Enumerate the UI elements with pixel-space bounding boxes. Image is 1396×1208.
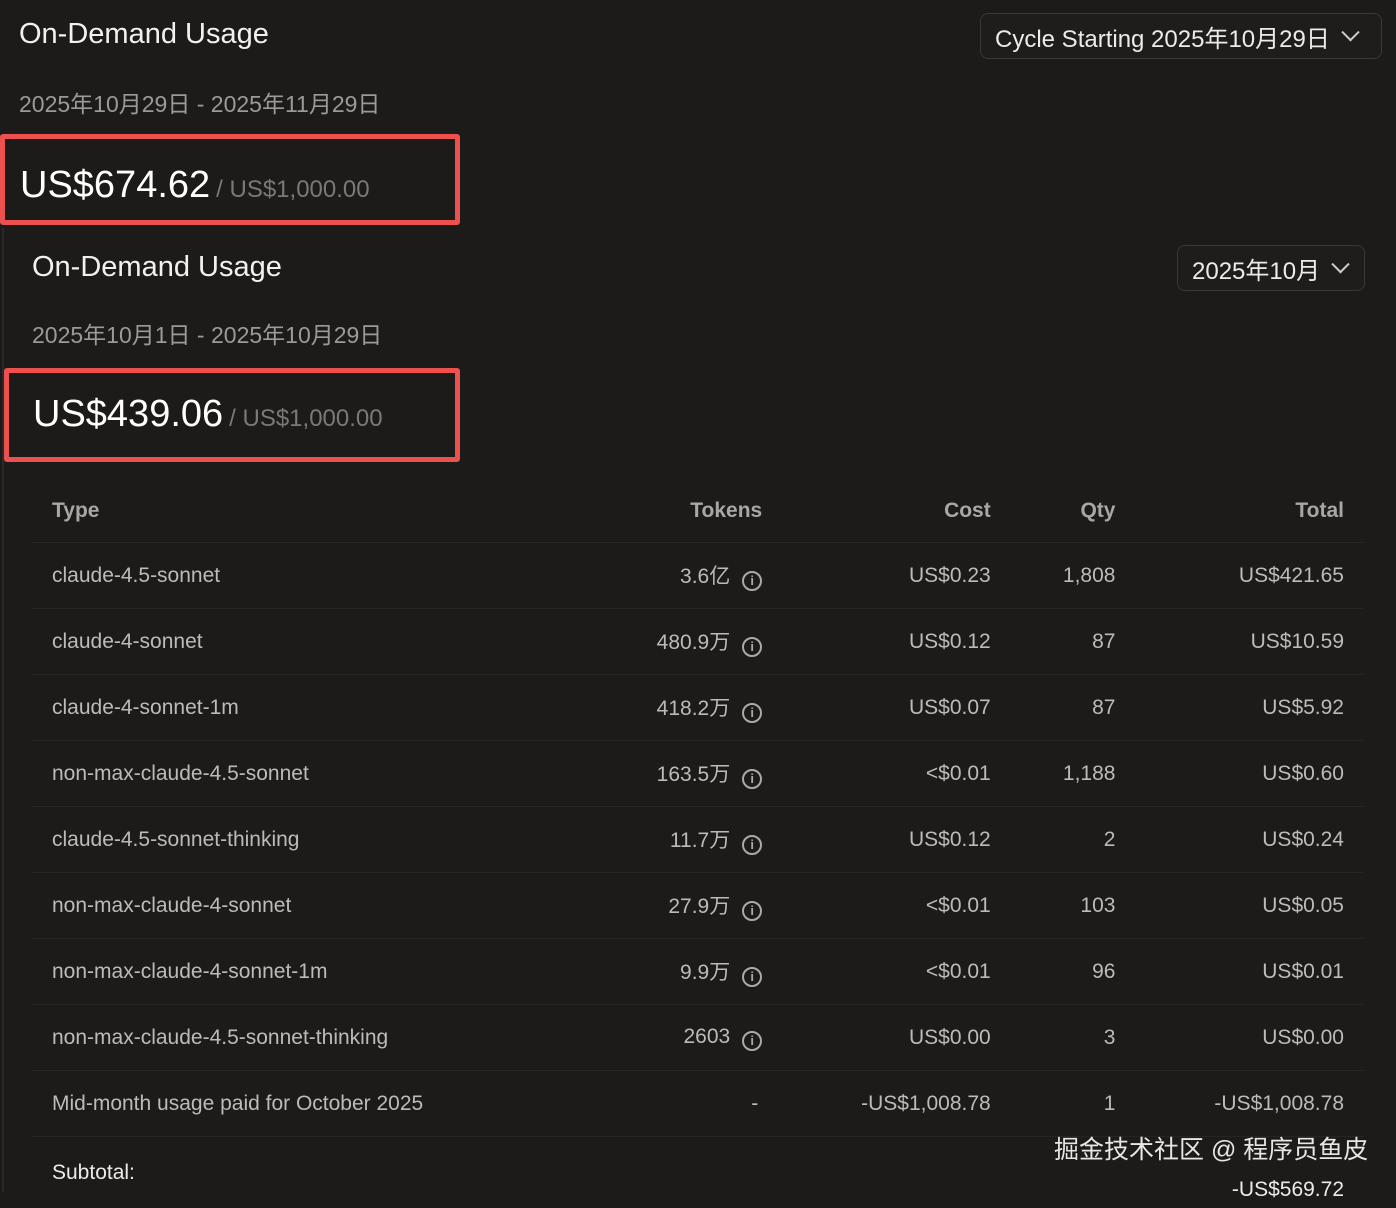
chevron-down-icon bbox=[1341, 23, 1359, 41]
cell-total: US$0.24 bbox=[1135, 807, 1364, 873]
empty-cell bbox=[782, 1137, 1011, 1208]
cell-tokens: - bbox=[586, 1071, 782, 1137]
table-row: non-max-claude-4.5-sonnet-thinking2603iU… bbox=[32, 1005, 1364, 1071]
month-limit: / US$1,000.00 bbox=[229, 405, 382, 432]
cycle-amount: US$674.62 bbox=[20, 164, 210, 206]
info-icon[interactable]: i bbox=[742, 703, 762, 723]
header-qty[interactable]: Qty bbox=[1011, 480, 1136, 543]
cycle-dropdown[interactable]: Cycle Starting 2025年10月29日 bbox=[980, 13, 1382, 59]
cell-total: US$421.65 bbox=[1135, 543, 1364, 609]
table-row: claude-4-sonnet-1m 418.2万 i US$0.0787US$5.9… bbox=[32, 675, 1364, 741]
tokens-value: 3.6亿 bbox=[680, 565, 730, 588]
cell-total: US$0.05 bbox=[1135, 873, 1364, 939]
empty-cell bbox=[586, 1137, 782, 1208]
cell-tokens: 163.5万 i bbox=[586, 741, 782, 807]
table-row: non-max-claude-4.5-sonnet 163.5万 i <$0.011,… bbox=[32, 741, 1364, 807]
info-icon[interactable]: i bbox=[742, 571, 762, 591]
cycle-limit: / US$1,000.00 bbox=[216, 176, 369, 203]
cell-qty: 103 bbox=[1011, 873, 1136, 939]
cell-type: non-max-claude-4-sonnet-1m bbox=[32, 939, 586, 1005]
info-icon[interactable]: i bbox=[742, 901, 762, 921]
month-amount: US$439.06 bbox=[33, 393, 223, 435]
cell-tokens: 9.9万 i bbox=[586, 939, 782, 1005]
table-row-midmonth: Mid-month usage paid for October 2025 - -U… bbox=[32, 1071, 1364, 1137]
chevron-down-icon bbox=[1331, 255, 1349, 273]
tokens-value: 2603 bbox=[684, 1025, 731, 1048]
table-row: claude-4.5-sonnet-thinking 11.7万 i US$0.122… bbox=[32, 807, 1364, 873]
month-date-range: 2025年10月1日 - 2025年10月29日 bbox=[32, 316, 382, 350]
cell-cost: <$0.01 bbox=[782, 741, 1011, 807]
cell-qty: 96 bbox=[1011, 939, 1136, 1005]
tokens-value: - bbox=[751, 1092, 758, 1115]
cell-type: non-max-claude-4.5-sonnet-thinking bbox=[32, 1005, 586, 1071]
cell-cost: US$0.12 bbox=[782, 807, 1011, 873]
cell-tokens: 27.9万 i bbox=[586, 873, 782, 939]
cell-cost: US$0.07 bbox=[782, 675, 1011, 741]
cell-qty: 2 bbox=[1011, 807, 1136, 873]
cell-tokens: 3.6亿 i bbox=[586, 543, 782, 609]
tokens-value: 11.7万 bbox=[670, 829, 730, 852]
cell-tokens: 480.9万 i bbox=[586, 609, 782, 675]
cell-cost: US$0.12 bbox=[782, 609, 1011, 675]
info-icon[interactable]: i bbox=[742, 1031, 762, 1051]
cell-type: non-max-claude-4.5-sonnet bbox=[32, 741, 586, 807]
cell-type: claude-4.5-sonnet-thinking bbox=[32, 807, 586, 873]
cell-type: claude-4.5-sonnet bbox=[32, 543, 586, 609]
tokens-value: 27.9万 bbox=[668, 895, 730, 918]
cell-total: US$0.60 bbox=[1135, 741, 1364, 807]
cell-type: Mid-month usage paid for October 2025 bbox=[32, 1071, 586, 1137]
info-icon[interactable]: i bbox=[742, 637, 762, 657]
cell-total: -US$1,008.78 bbox=[1135, 1071, 1364, 1137]
cycle-amount-block: US$674.62/ US$1,000.00 bbox=[20, 164, 370, 207]
cycle-date-range: 2025年10月29日 - 2025年11月29日 bbox=[19, 85, 380, 119]
table-header: Type Tokens Cost Qty Total bbox=[32, 480, 1364, 543]
cell-qty: 87 bbox=[1011, 609, 1136, 675]
cell-type: non-max-claude-4-sonnet bbox=[32, 873, 586, 939]
month-dropdown-label: 2025年10月 bbox=[1192, 251, 1320, 286]
cell-qty: 3 bbox=[1011, 1005, 1136, 1071]
cell-cost: <$0.01 bbox=[782, 873, 1011, 939]
header-type[interactable]: Type bbox=[32, 480, 586, 543]
header-tokens[interactable]: Tokens bbox=[586, 480, 782, 543]
month-title: On-Demand Usage bbox=[32, 251, 282, 284]
tokens-value: 163.5万 bbox=[657, 763, 731, 786]
tokens-value: 9.9万 bbox=[680, 961, 730, 984]
cell-tokens: 2603 i bbox=[586, 1005, 782, 1071]
tokens-value: 418.2万 bbox=[657, 697, 731, 720]
table-row: claude-4.5-sonnet 3.6亿 i US$0.231,808US$421… bbox=[32, 543, 1364, 609]
cell-total: US$0.01 bbox=[1135, 939, 1364, 1005]
usage-table: Type Tokens Cost Qty Total claude-4.5-so… bbox=[32, 480, 1364, 1208]
table-row: claude-4-sonnet 480.9万 i US$0.1287US$10.59 bbox=[32, 609, 1364, 675]
header-cost[interactable]: Cost bbox=[782, 480, 1011, 543]
cell-qty: 1 bbox=[1011, 1071, 1136, 1137]
cell-cost: US$0.23 bbox=[782, 543, 1011, 609]
cell-cost: -US$1,008.78 bbox=[782, 1071, 1011, 1137]
cell-cost: <$0.01 bbox=[782, 939, 1011, 1005]
info-icon[interactable]: i bbox=[742, 835, 762, 855]
cell-type: claude-4-sonnet-1m bbox=[32, 675, 586, 741]
cell-total: US$0.00 bbox=[1135, 1005, 1364, 1071]
cell-total: US$10.59 bbox=[1135, 609, 1364, 675]
watermark: 掘金技术社区 @ 程序员鱼皮 bbox=[1054, 1130, 1368, 1166]
header-total[interactable]: Total bbox=[1135, 480, 1364, 543]
month-amount-block: US$439.06/ US$1,000.00 bbox=[33, 393, 383, 436]
cell-tokens: 418.2万 i bbox=[586, 675, 782, 741]
info-icon[interactable]: i bbox=[742, 967, 762, 987]
table-row: non-max-claude-4-sonnet 27.9万 i <$0.01103US… bbox=[32, 873, 1364, 939]
cell-cost: US$0.00 bbox=[782, 1005, 1011, 1071]
cell-qty: 1,188 bbox=[1011, 741, 1136, 807]
cell-qty: 87 bbox=[1011, 675, 1136, 741]
cell-tokens: 11.7万 i bbox=[586, 807, 782, 873]
month-dropdown[interactable]: 2025年10月 bbox=[1177, 245, 1365, 291]
table-row: non-max-claude-4-sonnet-1m 9.9万 i <$0.0196U… bbox=[32, 939, 1364, 1005]
cycle-title: On-Demand Usage bbox=[19, 18, 269, 51]
tokens-value: 480.9万 bbox=[657, 631, 731, 654]
cell-qty: 1,808 bbox=[1011, 543, 1136, 609]
subtotal-label: Subtotal: bbox=[32, 1137, 586, 1208]
info-icon[interactable]: i bbox=[742, 769, 762, 789]
cell-type: claude-4-sonnet bbox=[32, 609, 586, 675]
cell-total: US$5.92 bbox=[1135, 675, 1364, 741]
cycle-dropdown-label: Cycle Starting 2025年10月29日 bbox=[995, 19, 1330, 54]
